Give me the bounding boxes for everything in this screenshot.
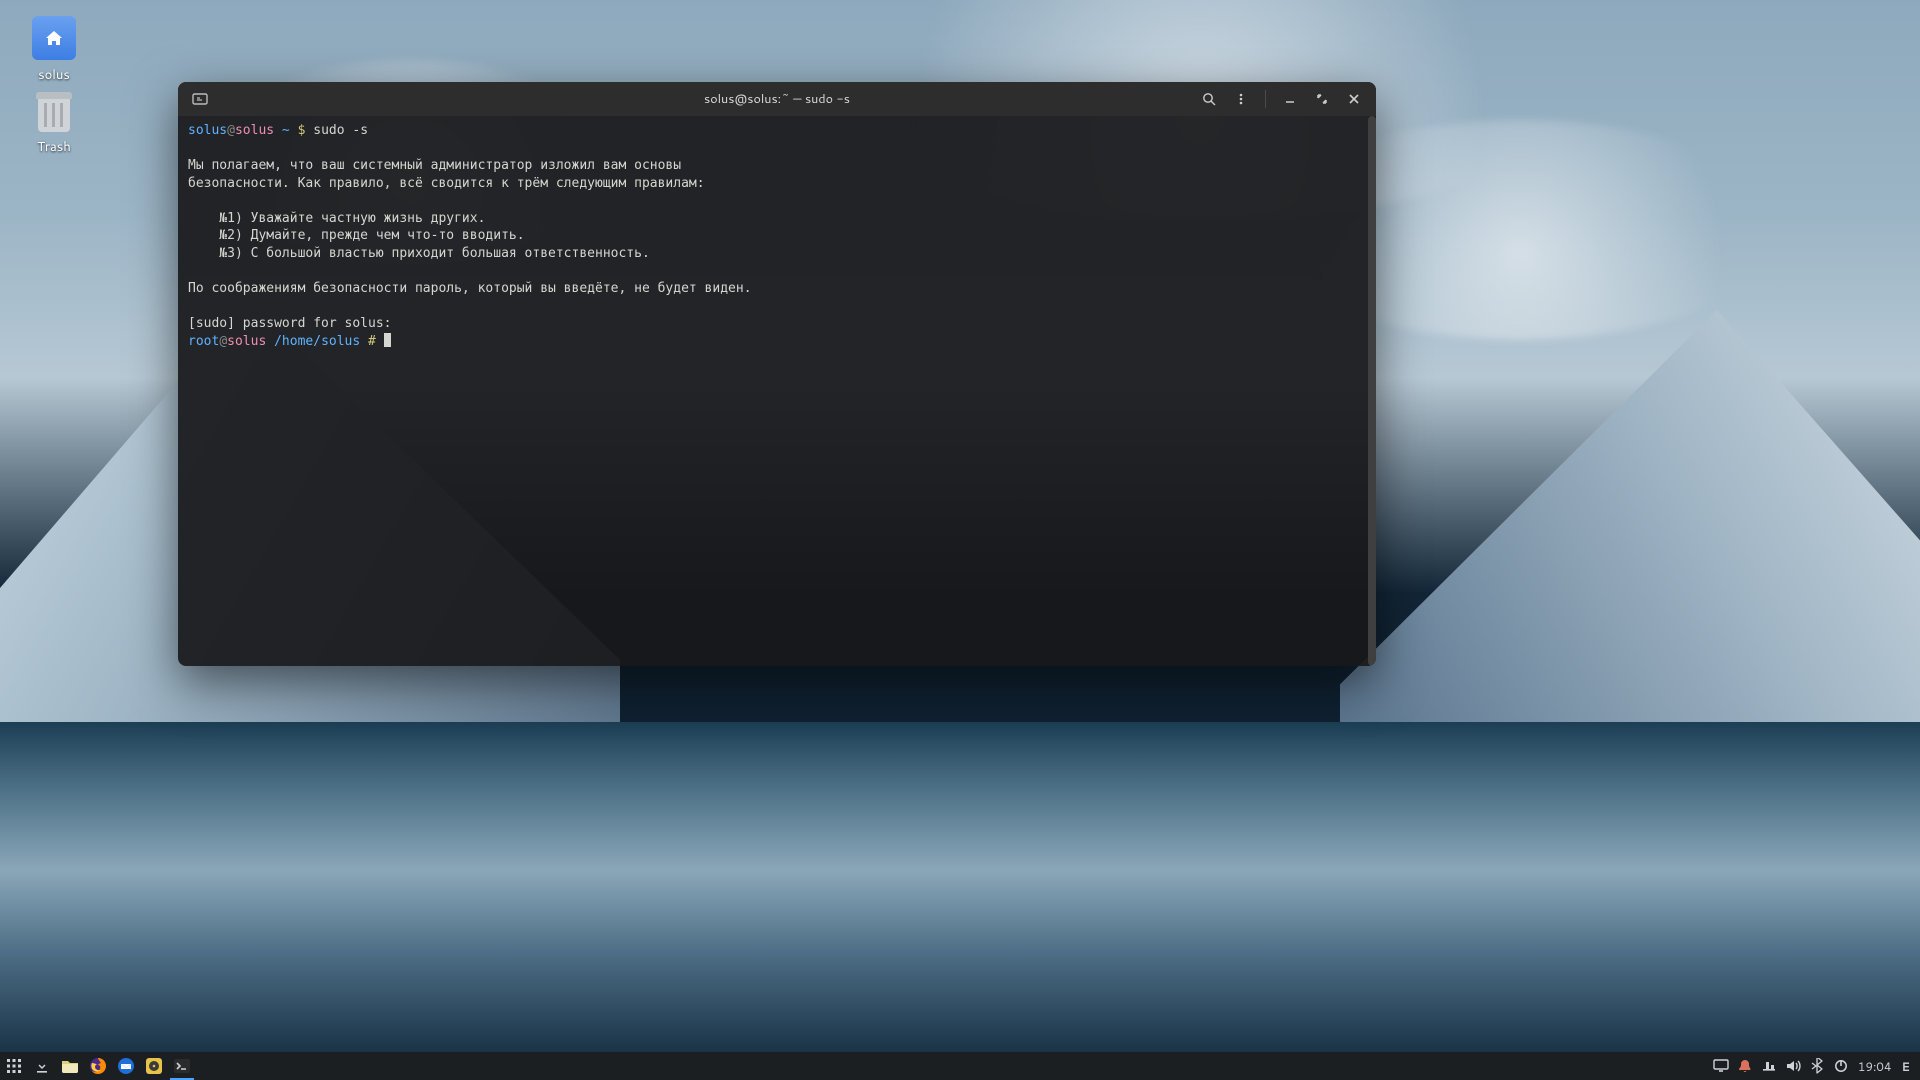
terminal-scrollbar[interactable] [1368,116,1376,666]
taskbar-app-terminal[interactable] [168,1052,196,1080]
terminal-cursor [384,333,391,347]
new-tab-button[interactable] [186,85,214,113]
minimize-button[interactable] [1276,85,1304,113]
terminal-window[interactable]: solus@solus:~ — sudo -s solus@solus ~ $ … [178,82,1376,666]
keyboard-layout-indicator[interactable]: E [1898,1052,1914,1080]
bluetooth-icon[interactable] [1806,1052,1828,1080]
power-icon[interactable] [1830,1052,1852,1080]
network-icon[interactable] [1758,1052,1780,1080]
maximize-button[interactable] [1308,85,1336,113]
trash-icon [38,92,70,132]
home-folder-icon [32,16,76,60]
desktop-icon-trash[interactable]: Trash [18,92,90,156]
volume-icon[interactable] [1782,1052,1804,1080]
desktop-icon-label: solus [18,66,90,84]
taskbar-app-downloads[interactable] [28,1052,56,1080]
desktop-icon-label: Trash [18,138,90,156]
taskbar-app-firefox[interactable] [84,1052,112,1080]
taskbar-app-rhythmbox[interactable] [140,1052,168,1080]
menu-button[interactable] [1227,85,1255,113]
apps-menu-button[interactable] [0,1052,28,1080]
close-button[interactable] [1340,85,1368,113]
display-indicator-icon[interactable] [1710,1052,1732,1080]
clock[interactable]: 19:04 [1854,1052,1896,1080]
notification-bell-icon[interactable] [1734,1052,1756,1080]
taskbar[interactable]: 19:04 E [0,1052,1920,1080]
window-titlebar[interactable]: solus@solus:~ — sudo -s [178,82,1376,116]
taskbar-app-thunderbird[interactable] [112,1052,140,1080]
desktop-icon-home[interactable]: solus [18,16,90,84]
terminal-output[interactable]: solus@solus ~ $ sudo -s Мы полагаем, что… [178,116,1368,666]
taskbar-app-files[interactable] [56,1052,84,1080]
system-tray: 19:04 E [1710,1052,1920,1080]
search-button[interactable] [1195,85,1223,113]
